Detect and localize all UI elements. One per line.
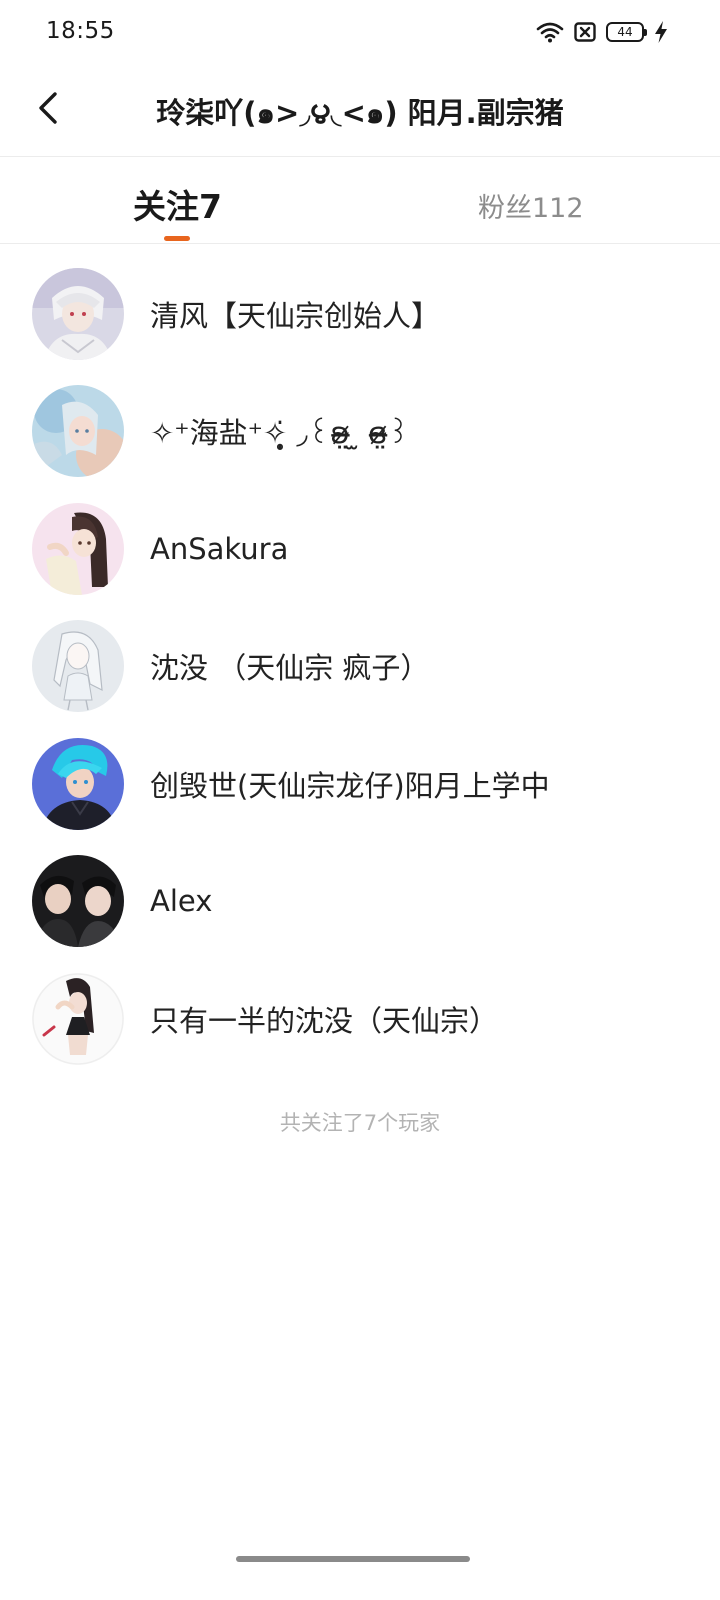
avatar[interactable]: [32, 267, 124, 360]
avatar[interactable]: [32, 737, 124, 830]
list-item[interactable]: Alex: [0, 843, 720, 961]
battery-icon: 44: [606, 22, 647, 42]
user-name: AnSakura: [150, 531, 289, 566]
status-icons: 44: [536, 19, 668, 45]
following-list: 清风【天仙宗创始人】 ✧⁺海盐⁺✧̣̥̇ ◞꒰ʚ̴̶̷̤ ̫ ɞ̴̶̷̤꒱ An…: [0, 255, 720, 1078]
list-item[interactable]: ✧⁺海盐⁺✧̣̥̇ ◞꒰ʚ̴̶̷̤ ̫ ɞ̴̶̷̤꒱: [0, 373, 720, 491]
tab-followers[interactable]: 粉丝112: [478, 186, 584, 232]
status-time: 18:55: [46, 18, 115, 44]
back-button[interactable]: [28, 86, 68, 134]
header: 玲柒吖(๑>◞౪◟<๑) 阳月.副宗猪: [0, 64, 720, 157]
user-name: ✧⁺海盐⁺✧̣̥̇ ◞꒰ʚ̴̶̷̤ ̫ ɞ̴̶̷̤꒱: [150, 416, 410, 451]
user-name: 沈没 （天仙宗 疯子）: [150, 651, 430, 686]
avatar[interactable]: [32, 385, 124, 478]
charging-icon: [654, 20, 668, 44]
list-item[interactable]: 创毁世(天仙宗龙仔)阳月上学中: [0, 725, 720, 843]
tab-bar: 关注7 粉丝112: [0, 158, 720, 244]
user-name: 创毁世(天仙宗龙仔)阳月上学中: [150, 768, 550, 803]
battery-level: 44: [617, 25, 633, 39]
list-item[interactable]: 只有一半的沈没（天仙宗）: [0, 960, 720, 1078]
follow-count-note: 共关注了7个玩家: [279, 1111, 441, 1135]
status-bar: 18:55 44: [0, 0, 720, 64]
user-name: 清风【天仙宗创始人】: [150, 298, 441, 333]
wifi-icon: [536, 21, 564, 43]
home-indicator[interactable]: [236, 1556, 470, 1562]
user-name: Alex: [150, 884, 213, 919]
list-item[interactable]: AnSakura: [0, 490, 720, 608]
no-sim-icon: [574, 22, 596, 42]
avatar[interactable]: [32, 972, 124, 1065]
list-item[interactable]: 清风【天仙宗创始人】: [0, 255, 720, 373]
active-tab-indicator: [164, 236, 190, 241]
user-name: 只有一半的沈没（天仙宗）: [150, 1003, 499, 1038]
tab-following[interactable]: 关注7: [133, 180, 222, 226]
list-item[interactable]: 沈没 （天仙宗 疯子）: [0, 608, 720, 726]
avatar[interactable]: [32, 855, 124, 948]
avatar[interactable]: [32, 620, 124, 713]
avatar[interactable]: [32, 502, 124, 595]
page-title: 玲柒吖(๑>◞౪◟<๑) 阳月.副宗猪: [156, 96, 564, 130]
chevron-left-icon: [37, 91, 59, 129]
